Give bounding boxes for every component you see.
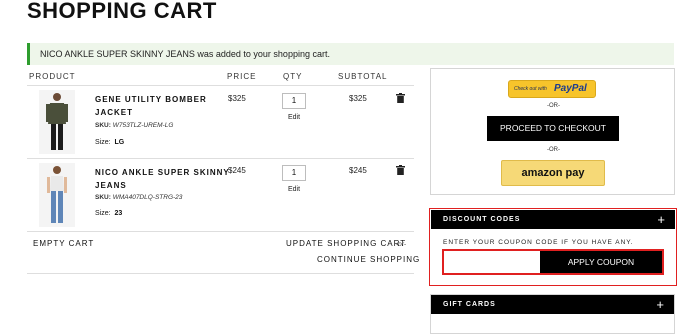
plus-icon[interactable]: + — [656, 295, 665, 314]
discount-codes-panel: DISCOUNT CODES + ENTER YOUR COUPON CODE … — [429, 208, 677, 286]
product-size: Size: 23 — [95, 210, 123, 217]
quantity-input[interactable]: 1 — [282, 165, 306, 181]
discount-codes-header[interactable]: DISCOUNT CODES + — [431, 210, 675, 229]
table-row: NICO ANKLE SUPER SKINNY JEANS SKU: WMA40… — [27, 159, 414, 231]
amazon-pay-logo: amazon pay — [521, 167, 585, 179]
plus-icon[interactable]: + — [657, 210, 666, 229]
col-header-price: PRICE — [227, 72, 257, 81]
apply-coupon-button[interactable]: APPLY COUPON — [540, 251, 662, 273]
gift-cards-header[interactable]: GIFT CARDS + — [431, 295, 674, 314]
product-name-line2[interactable]: JACKET — [95, 106, 207, 119]
item-price: $325 — [228, 94, 246, 103]
edit-link[interactable]: Edit — [288, 114, 300, 121]
gift-cards-title: GIFT CARDS — [443, 301, 496, 308]
product-name-line1[interactable]: NICO ANKLE SUPER SKINNY — [95, 166, 230, 179]
paypal-logo: PayPal — [554, 83, 587, 94]
proceed-to-checkout-button[interactable]: PROCEED TO CHECKOUT — [487, 116, 619, 141]
product-name-line1[interactable]: GENE UTILITY BOMBER — [95, 93, 207, 106]
item-subtotal: $325 — [349, 94, 367, 103]
divider — [27, 231, 414, 232]
or-separator: -or- — [396, 241, 406, 248]
col-header-qty: QTY — [283, 72, 303, 81]
or-separator: -OR- — [547, 147, 560, 153]
product-image-skinny-jeans[interactable] — [39, 163, 75, 227]
product-name-line2[interactable]: JEANS — [95, 179, 230, 192]
update-cart-button[interactable]: UPDATE SHOPPING CART — [286, 239, 406, 248]
table-row: GENE UTILITY BOMBER JACKET SKU: W753TLZ-… — [27, 86, 414, 158]
amazon-pay-button[interactable]: amazon pay — [501, 160, 605, 186]
divider — [27, 273, 414, 274]
page-title: SHOPPING CART — [27, 0, 217, 23]
discount-codes-title: DISCOUNT CODES — [443, 216, 521, 223]
product-size: Size: LG — [95, 139, 125, 146]
edit-link[interactable]: Edit — [288, 186, 300, 193]
paypal-button[interactable]: Check out with PayPal — [508, 80, 596, 98]
product-image-bomber-jacket[interactable] — [39, 90, 75, 154]
coupon-form: APPLY COUPON — [442, 249, 664, 275]
continue-shopping-button[interactable]: CONTINUE SHOPPING — [317, 255, 420, 264]
col-header-product: PRODUCT — [29, 72, 76, 81]
trash-icon[interactable] — [396, 93, 405, 103]
trash-icon[interactable] — [396, 165, 405, 175]
quantity-input[interactable]: 1 — [282, 93, 306, 109]
product-sku: SKU: W753TLZ-UREM-LG — [95, 122, 174, 129]
gift-cards-panel: GIFT CARDS + — [430, 294, 675, 334]
success-notice: NICO ANKLE SUPER SKINNY JEANS was added … — [27, 43, 674, 65]
coupon-code-input[interactable] — [444, 251, 540, 273]
empty-cart-button[interactable]: EMPTY CART — [33, 239, 94, 248]
checkout-panel: Check out with PayPal -OR- PROCEED TO CH… — [430, 68, 675, 195]
item-subtotal: $245 — [349, 166, 367, 175]
item-price: $245 — [228, 166, 246, 175]
col-header-subtotal: SUBTOTAL — [338, 72, 388, 81]
or-separator: -OR- — [547, 103, 560, 109]
product-sku: SKU: WMA407DLQ-STRG-23 — [95, 194, 183, 201]
paypal-caption: Check out with — [514, 86, 547, 92]
coupon-prompt: ENTER YOUR COUPON CODE IF YOU HAVE ANY. — [443, 239, 634, 246]
